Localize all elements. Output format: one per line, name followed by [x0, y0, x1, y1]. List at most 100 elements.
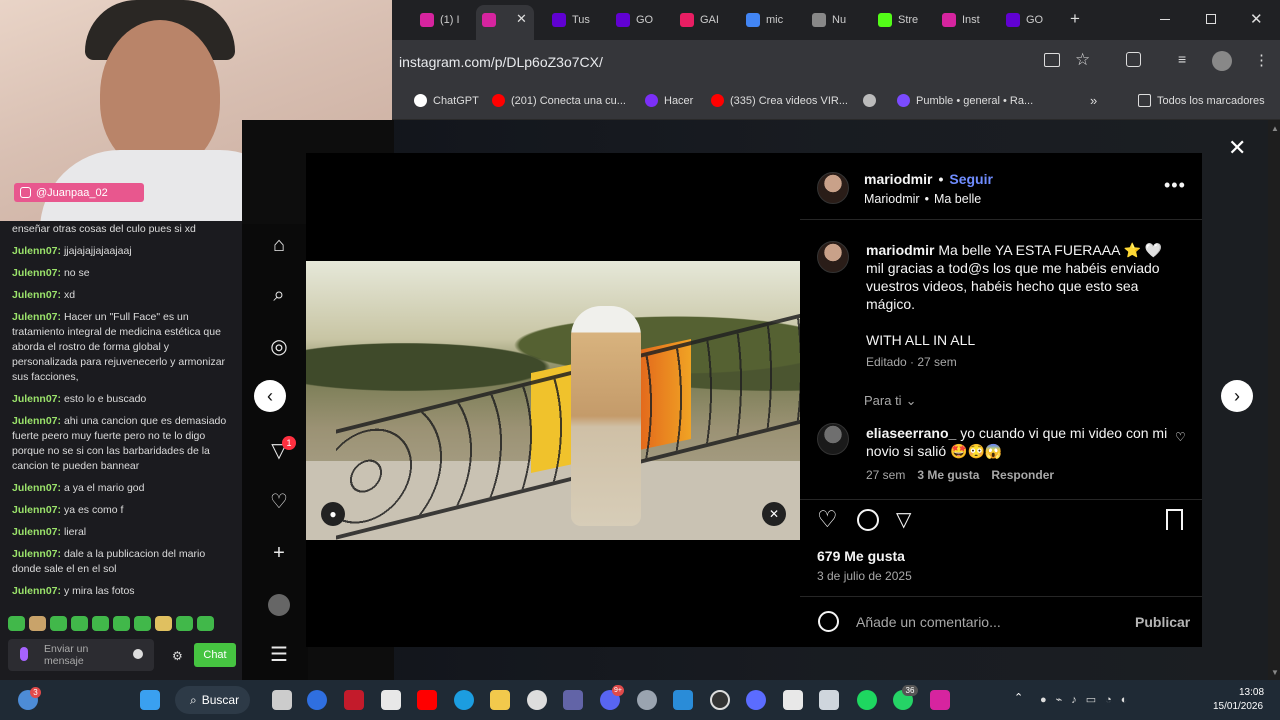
share-icon[interactable]: ▽ [896, 507, 911, 532]
options-menu-icon[interactable]: ••• [1164, 175, 1186, 196]
like-heart-icon[interactable]: ♡ [817, 506, 838, 533]
close-modal-icon[interactable]: ✕ [1228, 135, 1246, 161]
tray-icons[interactable]: ●⌁♪▭◔◐ [1040, 693, 1136, 706]
app-blue-icon[interactable] [307, 690, 327, 710]
browser-tab[interactable]: Stre [878, 8, 918, 32]
all-bookmarks-button[interactable]: Todos los marcadores [1138, 94, 1265, 107]
chat-username[interactable]: Julenn07: [12, 289, 61, 301]
add-comment-input[interactable]: Añade un comentario... [856, 614, 1001, 630]
browser-tab[interactable]: GO [616, 8, 653, 32]
emote-icon[interactable] [155, 616, 172, 631]
chat-username[interactable]: Julenn07: [12, 526, 61, 538]
like-count[interactable]: 679 Me gusta [817, 548, 905, 564]
browser-tab[interactable] [482, 8, 502, 32]
scroll-down-arrow-icon[interactable]: ▼ [1271, 668, 1279, 677]
comment-likes[interactable]: 3 Me gusta [917, 468, 979, 482]
browser-tab[interactable]: Tus [552, 8, 590, 32]
taskbar-search[interactable]: ⌕ Buscar [175, 686, 250, 714]
subtitle-user[interactable]: Mariodmir [864, 192, 920, 206]
notifications-heart-icon[interactable]: ♡ [268, 491, 290, 513]
mute-audio-icon[interactable]: ✕ [762, 502, 786, 526]
chat-username[interactable]: Julenn07: [12, 482, 61, 494]
post-image[interactable]: ● ✕ [306, 261, 800, 540]
emote-icon[interactable] [113, 616, 130, 631]
tray-chevron-icon[interactable]: ⌃ [1014, 691, 1023, 704]
file-explorer-icon[interactable] [490, 690, 510, 710]
subtitle-audio[interactable]: Ma belle [934, 192, 981, 206]
commenter-username[interactable]: eliaseerrano_ [866, 425, 956, 441]
emote-bar[interactable] [8, 616, 214, 631]
bookmark-item[interactable]: Hacer [645, 94, 693, 107]
install-app-icon[interactable] [1044, 53, 1060, 67]
chat-username[interactable]: Julenn07: [12, 585, 61, 597]
emoji-icon[interactable] [133, 649, 143, 659]
comment-like-icon[interactable]: ♡ [1175, 430, 1186, 444]
chat-username[interactable]: Julenn07: [12, 245, 61, 257]
create-icon[interactable]: + [268, 542, 290, 564]
browser-tab[interactable]: (1) I [420, 8, 460, 32]
maximize-icon[interactable] [1206, 14, 1216, 24]
search-icon[interactable]: ⌕ [268, 284, 290, 306]
author-username[interactable]: mariodmir [864, 171, 932, 187]
edge-icon[interactable] [454, 690, 474, 710]
chat-username[interactable]: Julenn07: [12, 504, 61, 516]
chatgpt-icon[interactable] [527, 690, 547, 710]
obs-icon[interactable] [710, 690, 730, 710]
scroll-up-arrow-icon[interactable]: ▲ [1271, 124, 1279, 133]
settings-icon[interactable] [637, 690, 657, 710]
close-window-icon[interactable]: ✕ [1250, 10, 1263, 28]
explore-icon[interactable]: ◎ [268, 336, 290, 358]
prev-post-button[interactable]: ‹ [254, 380, 286, 412]
remote-desktop-icon[interactable] [673, 690, 693, 710]
chat-username[interactable]: Julenn07: [12, 311, 61, 323]
emote-icon[interactable] [71, 616, 88, 631]
media-controls-icon[interactable]: ≡ [1178, 51, 1186, 67]
reply-button[interactable]: Responder [991, 468, 1054, 482]
para-ti-dropdown[interactable]: Para ti ⌄ [864, 393, 916, 409]
url-field[interactable]: instagram.com/p/DLp6oZ3o7CX/ [399, 54, 603, 70]
chat-username[interactable]: Julenn07: [12, 415, 61, 427]
tagged-user-icon[interactable]: ● [321, 502, 345, 526]
home-icon[interactable]: ⌂ [268, 234, 290, 256]
chat-input[interactable]: Enviar un mensaje [8, 639, 154, 671]
bookmark-star-icon[interactable]: ☆ [1075, 50, 1090, 70]
next-post-button[interactable]: › [1221, 380, 1253, 412]
windows-start-icon[interactable] [140, 690, 160, 710]
bookmark-item[interactable]: (335) Crea videos VIR... [711, 94, 848, 107]
minimize-icon[interactable] [1160, 19, 1170, 20]
clock-date[interactable]: 15/01/2026 [1213, 701, 1263, 712]
browser-tab[interactable]: GO [1006, 8, 1043, 32]
app-ring-icon[interactable] [746, 690, 766, 710]
browser-tab[interactable]: Inst [942, 8, 980, 32]
mic-icon[interactable] [20, 647, 28, 661]
store-icon[interactable] [381, 690, 401, 710]
task-view-icon[interactable] [272, 690, 292, 710]
bookmark-item[interactable]: Pumble • general • Ra... [897, 94, 1033, 107]
emote-icon[interactable] [50, 616, 67, 631]
browser-tab[interactable]: mic [746, 8, 783, 32]
profile-avatar[interactable] [268, 594, 290, 616]
save-bookmark-icon[interactable] [1166, 509, 1183, 530]
new-tab-icon[interactable]: + [1070, 9, 1080, 29]
commenter-avatar[interactable] [817, 423, 849, 455]
comment-bubble-icon[interactable] [857, 509, 879, 531]
emoji-smile-icon[interactable] [818, 611, 839, 632]
emote-icon[interactable] [8, 616, 25, 631]
emote-icon[interactable] [197, 616, 214, 631]
youtube-icon[interactable] [417, 690, 437, 710]
bookmark-item[interactable]: (201) Conecta una cu... [492, 94, 626, 107]
profile-avatar[interactable] [1212, 51, 1232, 71]
browser-tab[interactable]: GAI [680, 8, 719, 32]
spotify-icon[interactable] [857, 690, 877, 710]
publish-button[interactable]: Publicar [1135, 614, 1190, 630]
bookmark-item[interactable]: ChatGPT [414, 94, 479, 107]
close-tab-icon[interactable]: ✕ [516, 11, 527, 27]
page-scrollbar[interactable]: ▲ ▼ [1268, 120, 1280, 680]
browser-menu-icon[interactable]: ⋮ [1254, 51, 1269, 69]
bookmark-item[interactable] [863, 94, 882, 107]
teams-icon[interactable] [563, 690, 583, 710]
more-bookmarks-chevron-icon[interactable]: » [1090, 93, 1097, 108]
chat-username[interactable]: Julenn07: [12, 548, 61, 560]
author-avatar[interactable] [817, 172, 849, 204]
calculator-icon[interactable] [819, 690, 839, 710]
